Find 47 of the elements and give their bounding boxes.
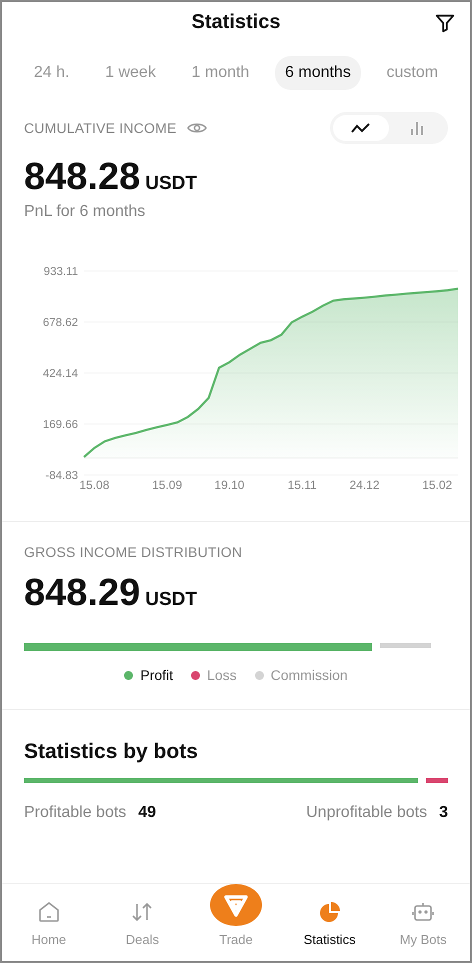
y-tick-label: 933.11 bbox=[44, 266, 78, 278]
stat-value: 49 bbox=[138, 804, 156, 822]
nav-tab[interactable]: Home bbox=[2, 884, 96, 961]
filter-icon[interactable] bbox=[434, 12, 456, 34]
y-tick-label: -84.83 bbox=[45, 470, 78, 482]
line-chart-icon bbox=[351, 122, 371, 134]
stat-label: Unprofitable bots bbox=[306, 804, 428, 822]
period-tab[interactable]: custom bbox=[376, 56, 448, 90]
x-tick-label: 19.10 bbox=[214, 478, 244, 491]
section-label: GROSS INCOME DISTRIBUTION bbox=[24, 544, 242, 560]
currency-label: USDT bbox=[145, 589, 197, 611]
income-amount: 848.29 bbox=[24, 572, 140, 615]
x-tick-label: 15.09 bbox=[152, 478, 182, 491]
legend-item: Commission bbox=[254, 667, 348, 683]
nav-tab[interactable]: Statistics bbox=[282, 884, 376, 961]
legend-item: Profit bbox=[124, 667, 174, 683]
robot-icon bbox=[411, 900, 436, 924]
section-title: Statistics by bots bbox=[24, 740, 199, 764]
x-tick-label: 24.12 bbox=[349, 478, 380, 491]
y-tick-label: 424.14 bbox=[42, 368, 78, 380]
y-tick-label: 169.66 bbox=[42, 419, 78, 431]
income-amount: 848.28 bbox=[24, 156, 140, 199]
legend-item: Loss bbox=[191, 667, 237, 683]
x-tick-label: 15.11 bbox=[288, 478, 317, 491]
page-title: Statistics bbox=[192, 10, 280, 34]
logo-icon bbox=[210, 884, 262, 926]
pie-chart-icon bbox=[318, 900, 342, 924]
bar-chart-icon bbox=[409, 120, 425, 136]
x-tick-label: 15.02 bbox=[422, 478, 452, 491]
eye-icon[interactable] bbox=[186, 121, 206, 135]
period-tab[interactable]: 6 months bbox=[275, 56, 361, 90]
period-subtitle: PnL for 6 months bbox=[24, 203, 146, 221]
home-icon bbox=[36, 900, 61, 924]
y-tick-label: 678.62 bbox=[42, 317, 78, 329]
nav-tab[interactable]: Trade bbox=[189, 884, 283, 961]
stat-value: 3 bbox=[439, 804, 448, 822]
nav-tab[interactable]: My Bots bbox=[376, 884, 470, 961]
section-label: CUMULATIVE INCOME bbox=[24, 120, 176, 136]
nav-tab[interactable]: Deals bbox=[96, 884, 190, 961]
line-chart-button[interactable] bbox=[333, 115, 389, 141]
period-tab[interactable]: 24 h. bbox=[24, 56, 80, 90]
stat-label: Profitable bots bbox=[24, 804, 126, 822]
x-tick-label: 15.08 bbox=[79, 478, 110, 491]
period-tab[interactable]: 1 month bbox=[182, 56, 260, 90]
arrows-icon bbox=[130, 900, 154, 924]
currency-label: USDT bbox=[145, 173, 197, 195]
period-tab[interactable]: 1 week bbox=[95, 56, 166, 90]
